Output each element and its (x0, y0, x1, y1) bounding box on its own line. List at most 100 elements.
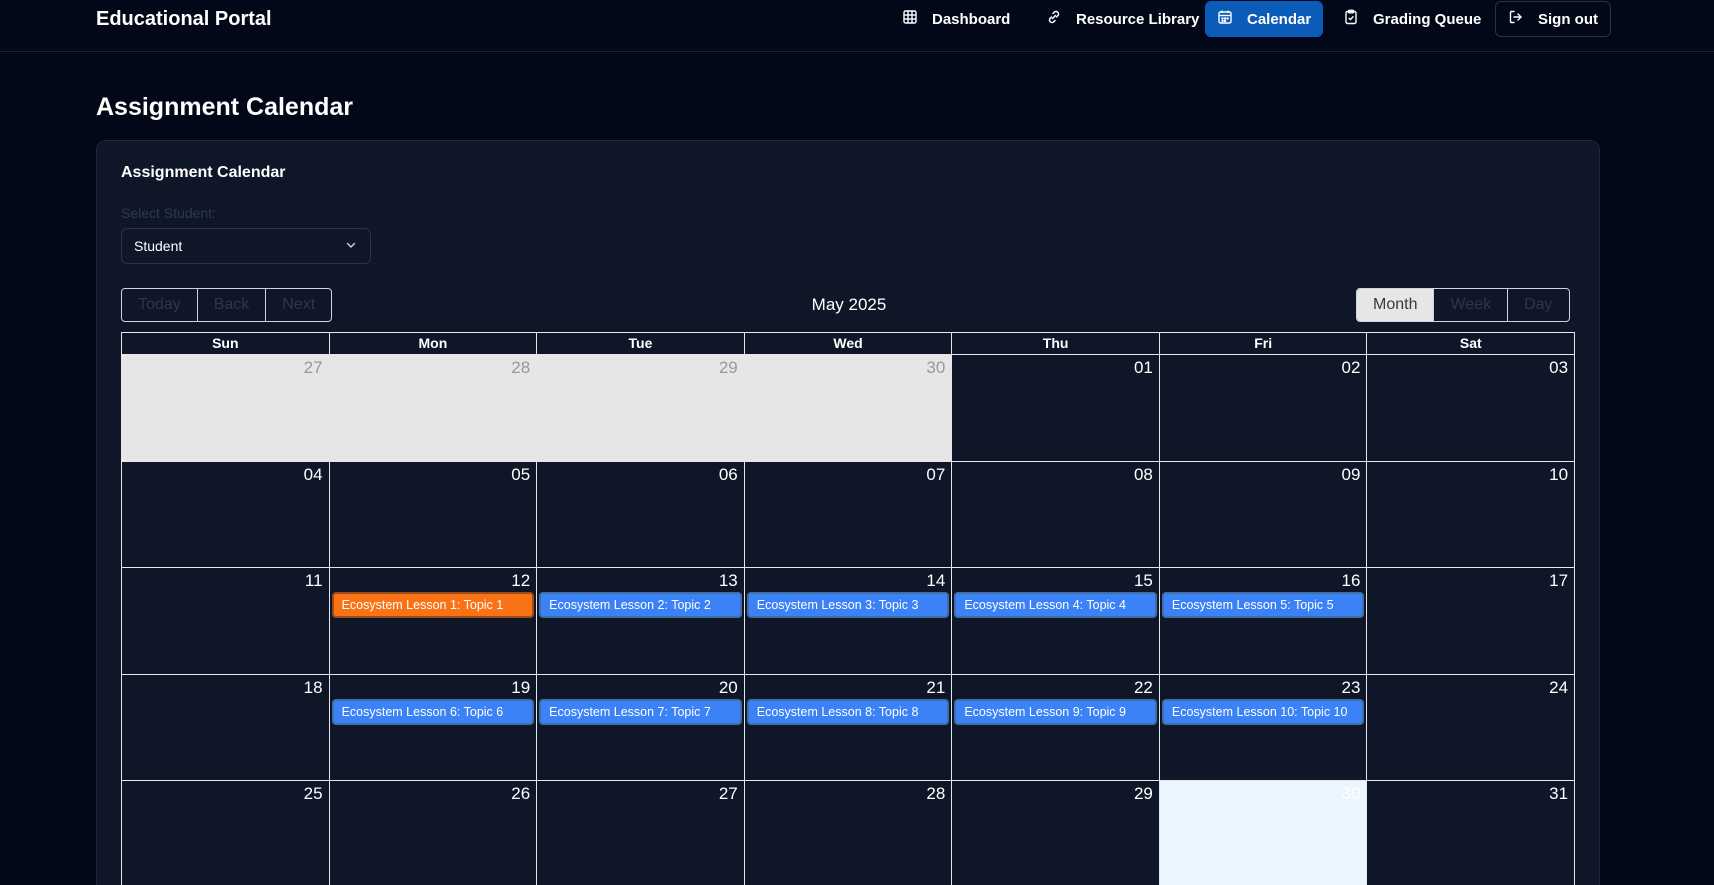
weekday-header: Sat (1367, 333, 1576, 355)
day-number[interactable]: 27 (304, 358, 323, 378)
assignment-calendar-card: Assignment Calendar Select Student: Stud… (96, 140, 1600, 885)
calendar-day-cell[interactable]: 29 (952, 781, 1160, 885)
calendar-day-cell[interactable]: 23 Ecosystem Lesson 10: Topic 10 (1159, 674, 1368, 782)
day-number[interactable]: 29 (1134, 784, 1153, 804)
weekday-header: Sun (122, 333, 330, 355)
calendar-event[interactable]: Ecosystem Lesson 8: Topic 8 (746, 698, 950, 725)
day-number[interactable]: 16 (1342, 571, 1361, 591)
calendar-day-cell[interactable]: 28 (745, 781, 953, 885)
day-number[interactable]: 15 (1134, 571, 1153, 591)
weekday-header: Thu (952, 333, 1160, 355)
calendar-event[interactable]: Ecosystem Lesson 5: Topic 5 (1161, 592, 1365, 619)
calendar-day-cell[interactable]: 27 (537, 781, 745, 885)
calendar-day-cell[interactable]: 18 (122, 674, 330, 782)
calendar-day-cell[interactable]: 28 (329, 355, 538, 462)
calendar-day-cell[interactable]: 22 Ecosystem Lesson 9: Topic 9 (952, 674, 1160, 782)
calendar-event[interactable]: Ecosystem Lesson 4: Topic 4 (954, 592, 1157, 619)
calendar-day-cell[interactable]: 09 (1159, 461, 1368, 569)
calendar-day-cell[interactable]: 19 Ecosystem Lesson 6: Topic 6 (329, 674, 538, 782)
sign-out-button[interactable]: Sign out (1495, 1, 1611, 37)
day-number[interactable]: 10 (1549, 465, 1568, 485)
calendar-event[interactable]: Ecosystem Lesson 10: Topic 10 (1161, 698, 1365, 725)
calendar-day-cell[interactable]: 12 Ecosystem Lesson 1: Topic 1 (329, 568, 538, 675)
calendar-event[interactable]: Ecosystem Lesson 7: Topic 7 (539, 698, 742, 725)
day-number[interactable]: 26 (511, 784, 530, 804)
day-number[interactable]: 08 (1134, 465, 1153, 485)
calendar-day-cell[interactable]: 14 Ecosystem Lesson 3: Topic 3 (744, 568, 953, 675)
calendar-day-cell[interactable]: 21 Ecosystem Lesson 8: Topic 8 (744, 674, 953, 782)
nav-calendar-label: Calendar (1247, 10, 1312, 28)
calendar-event[interactable]: Ecosystem Lesson 2: Topic 2 (539, 592, 742, 619)
calendar-day-cell[interactable]: 10 (1367, 461, 1576, 569)
calendar-day-cell-today[interactable]: 30 (1159, 781, 1368, 885)
day-number[interactable]: 17 (1549, 571, 1568, 591)
student-select[interactable]: Student (121, 228, 371, 264)
month-view-button[interactable]: Month (1357, 289, 1435, 321)
calendar-event[interactable]: Ecosystem Lesson 3: Topic 3 (746, 592, 950, 619)
calendar-day-cell[interactable]: 02 (1159, 355, 1368, 462)
day-number[interactable]: 01 (1134, 358, 1153, 378)
calendar-day-cell[interactable]: 17 (1367, 568, 1576, 675)
day-number[interactable]: 27 (719, 784, 738, 804)
calendar-day-cell[interactable]: 26 (330, 781, 538, 885)
calendar-day-cell[interactable]: 25 (122, 781, 330, 885)
week-view-button[interactable]: Week (1434, 289, 1509, 321)
day-number[interactable]: 24 (1549, 678, 1568, 698)
day-number[interactable]: 29 (719, 358, 738, 378)
month-calendar-grid: Sun Mon Tue Wed Thu Fri Sat 27 28 29 30 01 02 03 04 05… (121, 332, 1576, 885)
calendar-day-cell[interactable]: 16 Ecosystem Lesson 5: Topic 5 (1159, 568, 1368, 675)
day-number[interactable]: 30 (1342, 784, 1361, 804)
calendar-day-cell[interactable]: 27 (122, 355, 330, 462)
day-number[interactable]: 28 (511, 358, 530, 378)
day-number[interactable]: 03 (1549, 358, 1568, 378)
day-number[interactable]: 13 (719, 571, 738, 591)
calendar-day-cell[interactable]: 01 (952, 355, 1160, 462)
day-number[interactable]: 14 (926, 571, 945, 591)
nav-grading-queue[interactable]: Grading Queue (1331, 1, 1493, 37)
weekday-header: Mon (329, 333, 538, 355)
calendar-day-cell[interactable]: 13 Ecosystem Lesson 2: Topic 2 (537, 568, 745, 675)
day-number[interactable]: 20 (719, 678, 738, 698)
day-number[interactable]: 31 (1549, 784, 1568, 804)
day-number[interactable]: 25 (304, 784, 323, 804)
day-number[interactable]: 18 (304, 678, 323, 698)
day-number[interactable]: 09 (1342, 465, 1361, 485)
nav-calendar[interactable]: Calendar (1205, 1, 1324, 37)
calendar-day-cell[interactable]: 08 (952, 461, 1160, 569)
day-number[interactable]: 23 (1342, 678, 1361, 698)
calendar-day-cell[interactable]: 29 (537, 355, 745, 462)
day-number[interactable]: 30 (926, 358, 945, 378)
calendar-day-cell[interactable]: 11 (122, 568, 330, 675)
day-number[interactable]: 02 (1342, 358, 1361, 378)
day-number[interactable]: 12 (511, 571, 530, 591)
day-number[interactable]: 11 (305, 571, 323, 591)
calendar-event[interactable]: Ecosystem Lesson 1: Topic 1 (331, 592, 535, 619)
calendar-day-cell[interactable]: 31 (1367, 781, 1576, 885)
day-number[interactable]: 19 (511, 678, 530, 698)
nav-dashboard-label: Dashboard (932, 10, 1011, 28)
day-number[interactable]: 28 (926, 784, 945, 804)
calendar-day-cell[interactable]: 05 (329, 461, 538, 569)
day-number[interactable]: 04 (304, 465, 323, 485)
day-number[interactable]: 07 (926, 465, 945, 485)
calendar-day-cell[interactable]: 30 (744, 355, 953, 462)
calendar-day-cell[interactable]: 15 Ecosystem Lesson 4: Topic 4 (952, 568, 1160, 675)
day-number[interactable]: 22 (1134, 678, 1153, 698)
calendar-event[interactable]: Ecosystem Lesson 9: Topic 9 (954, 698, 1157, 725)
day-number[interactable]: 21 (926, 678, 945, 698)
day-view-button[interactable]: Day (1508, 289, 1568, 321)
day-number[interactable]: 06 (719, 465, 738, 485)
calendar-day-cell[interactable]: 20 Ecosystem Lesson 7: Topic 7 (537, 674, 745, 782)
calendar-day-cell[interactable]: 03 (1367, 355, 1576, 462)
nav-dashboard[interactable]: Dashboard (890, 1, 1022, 37)
calendar-day-cell[interactable]: 24 (1367, 674, 1576, 782)
calendar-day-cell[interactable]: 04 (122, 461, 330, 569)
clipboard-check-icon (1343, 9, 1359, 29)
calendar-week-row: 18 19 Ecosystem Lesson 6: Topic 6 20 Ecosyst… (122, 674, 1576, 782)
calendar-day-cell[interactable]: 07 (744, 461, 953, 569)
nav-resource-library[interactable]: Resource Library (1034, 1, 1211, 37)
calendar-week-row: 25 26 27 28 29 30 31 (122, 781, 1576, 885)
calendar-day-cell[interactable]: 06 (537, 461, 745, 569)
calendar-event[interactable]: Ecosystem Lesson 6: Topic 6 (331, 698, 535, 725)
day-number[interactable]: 05 (511, 465, 530, 485)
